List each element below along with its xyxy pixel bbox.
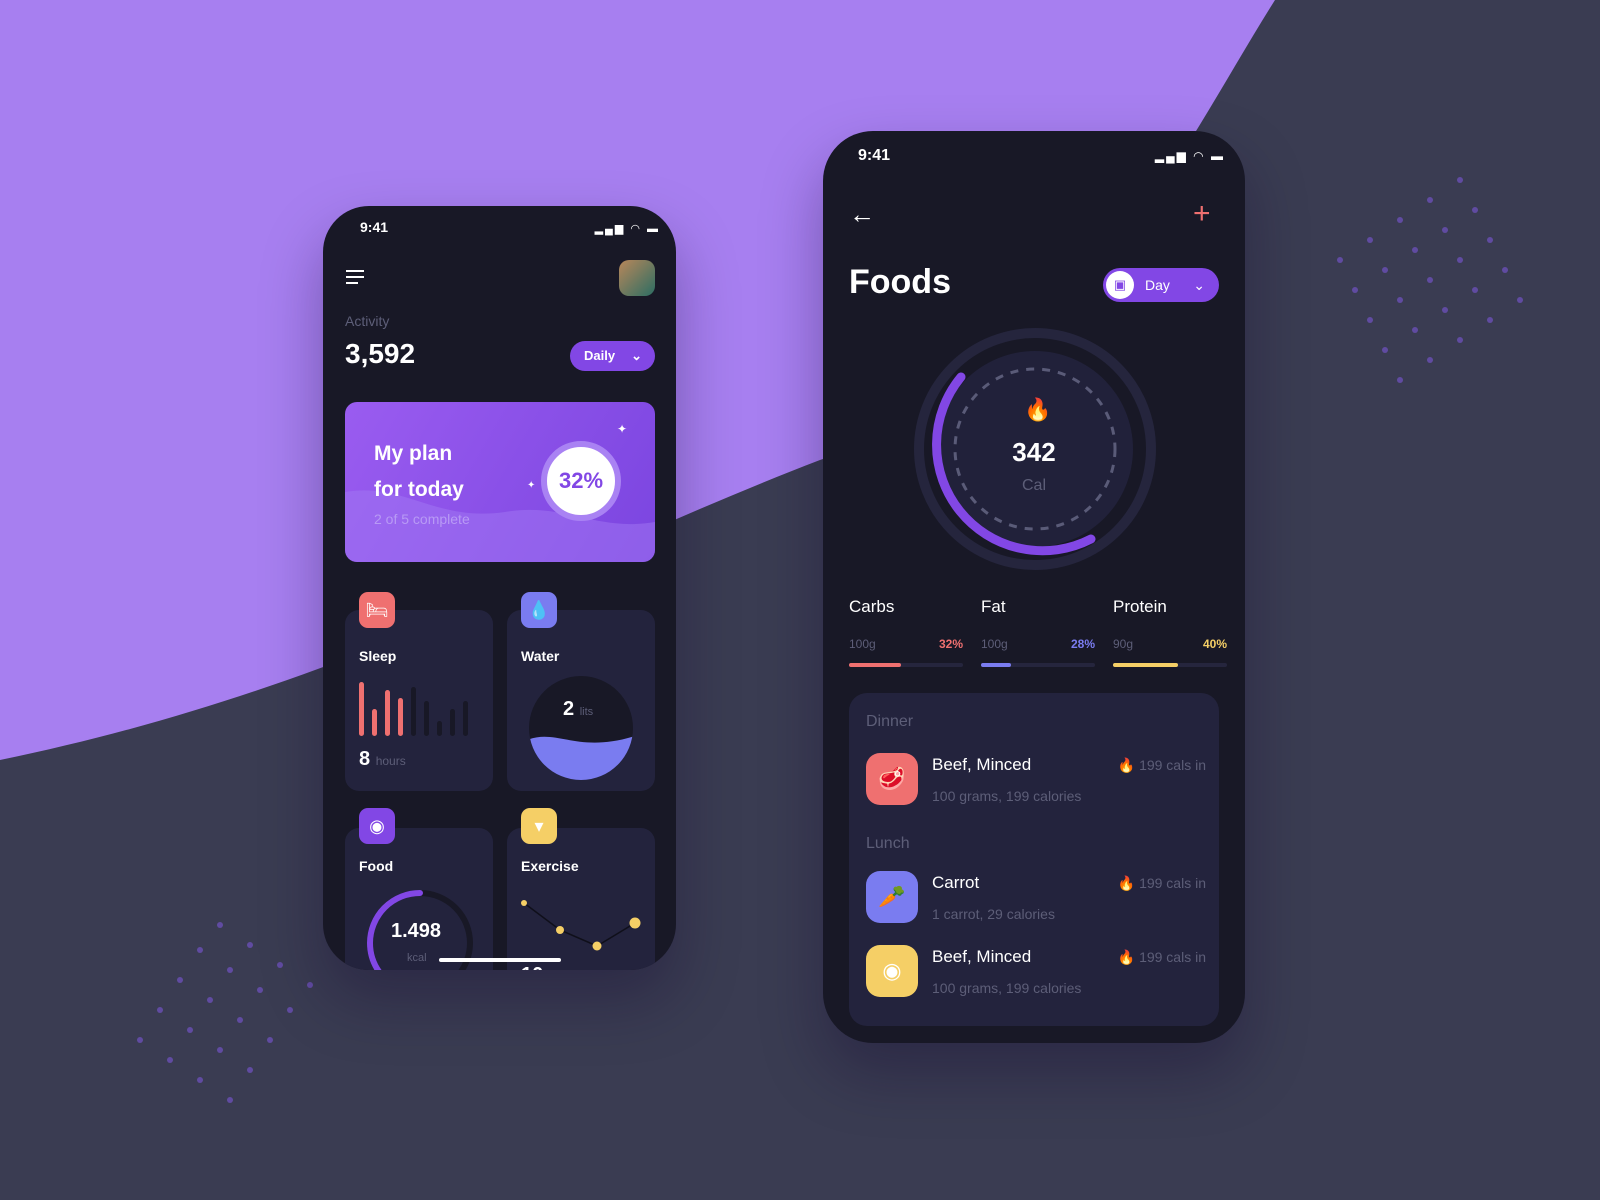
back-arrow-icon[interactable]: ← <box>849 199 875 230</box>
macro-bar <box>849 663 963 667</box>
home-indicator <box>439 958 561 962</box>
macro-name: Carbs <box>849 597 895 616</box>
sleep-value: 8 hours <box>359 748 406 770</box>
macro-percent: 32% <box>938 637 963 651</box>
meal-detail: 1 carrot, 29 calories <box>932 906 1055 922</box>
sleep-bar <box>437 720 442 736</box>
sparkle-icon: ✦ <box>617 422 628 436</box>
meal-cals: 🔥 199 cals in <box>1117 875 1206 891</box>
macro-amount: 100g <box>849 637 876 651</box>
meal-item[interactable]: 🥕 Carrot 1 carrot, 29 calories 🔥 199 cal… <box>866 871 1206 925</box>
macro-protein: Protein 90g 40% <box>1113 597 1227 667</box>
exercise-value: 10 <box>521 964 543 970</box>
exercise-label: Exercise <box>521 858 579 874</box>
plan-card[interactable]: My plan for today 2 of 5 complete 32% ✦ ✦ <box>345 402 655 562</box>
status-icons: ▂▄▆ ◠ ▬ <box>1154 149 1225 163</box>
meals-card: Dinner 🥩 Beef, Minced 100 grams, 199 cal… <box>849 693 1219 1026</box>
right-phone: 9:41 ▂▄▆ ◠ ▬ ← + Foods ▣ Day ⌄ 🔥 342 Cal … <box>823 131 1245 1043</box>
sparkle-icon: ✦ <box>527 480 536 491</box>
activity-label: Activity <box>345 313 390 329</box>
water-gauge <box>529 676 633 780</box>
page-title: Foods <box>849 263 951 301</box>
chevron-down-icon: ⌄ <box>1193 277 1205 293</box>
sleep-bar <box>385 690 390 736</box>
steak-icon: 🥩 <box>866 753 918 805</box>
background-shape <box>0 0 1523 1103</box>
macro-bar <box>1113 663 1227 667</box>
flame-icon: 🔥 <box>1117 875 1136 891</box>
food-card[interactable]: Food 1.498 kcal <box>345 828 493 970</box>
macro-name: Fat <box>981 597 1006 616</box>
meal-name: Beef, Minced <box>932 755 1032 774</box>
sleep-label: Sleep <box>359 648 397 664</box>
macro-carbs: Carbs 100g 32% <box>849 597 963 667</box>
sleep-bar <box>463 700 468 736</box>
meal-section-dinner: Dinner <box>866 713 914 730</box>
sleep-bar <box>359 682 364 736</box>
food-value: 1.498 <box>391 920 442 942</box>
meal-name: Carrot <box>932 873 980 892</box>
sleep-card[interactable]: Sleep 8 hours <box>345 610 493 791</box>
left-phone: 9:41 ▂▄▆ ◠ ▬ Activity 3,592 Daily ⌄ My pl… <box>323 206 676 970</box>
sleep-bar <box>411 687 416 736</box>
flame-icon: 🔥 <box>1117 949 1136 965</box>
macro-percent: 40% <box>1202 637 1227 651</box>
meal-cals: 🔥 199 cals in <box>1117 757 1206 773</box>
status-time: 9:41 <box>858 147 891 164</box>
meal-item[interactable]: ◉ Beef, Minced 100 grams, 199 calories 🔥… <box>866 945 1206 999</box>
calorie-value: 342 <box>1012 437 1056 467</box>
bed-icon: 🛏 <box>359 592 395 628</box>
exercise-chart <box>521 900 641 951</box>
status-time: 9:41 <box>360 219 389 235</box>
plan-percent: 32% <box>541 441 621 521</box>
water-value: 2 lits <box>563 698 594 720</box>
sleep-bar <box>372 709 377 736</box>
meal-cals: 🔥 199 cals in <box>1117 949 1206 965</box>
macro-bar <box>981 663 1095 667</box>
calorie-unit: Cal <box>1021 477 1046 494</box>
period-dropdown[interactable]: Daily ⌄ <box>570 341 655 371</box>
sleep-bar <box>424 700 429 736</box>
macro-fat: Fat 100g 28% <box>981 597 1095 667</box>
avatar[interactable] <box>619 260 655 296</box>
flame-icon: 🔥 <box>1024 397 1052 422</box>
food-unit: kcal <box>407 952 427 964</box>
water-card[interactable]: Water 2 lits <box>507 610 655 791</box>
water-drops-icon: 💧 <box>521 592 557 628</box>
menu-icon[interactable] <box>346 270 364 284</box>
meal-detail: 100 grams, 199 calories <box>932 788 1082 804</box>
plan-title: My plan for today <box>374 442 464 501</box>
period-label: Daily <box>584 348 616 363</box>
status-icons: ▂▄▆ ◠ ▬ <box>594 223 660 235</box>
sleep-bar <box>450 709 455 736</box>
meal-name: Beef, Minced <box>932 947 1032 966</box>
macro-name: Protein <box>1113 597 1167 616</box>
plan-subtitle: 2 of 5 complete <box>374 511 470 527</box>
calendar-icon: ▣ <box>1106 271 1134 299</box>
macro-amount: 100g <box>981 637 1008 651</box>
period-dropdown[interactable]: ▣ Day ⌄ <box>1103 268 1219 302</box>
exercise-card[interactable]: Exercise 10 <box>507 828 655 970</box>
period-label: Day <box>1145 277 1170 293</box>
water-label: Water <box>521 648 560 664</box>
meal-item[interactable]: 🥩 Beef, Minced 100 grams, 199 calories 🔥… <box>866 753 1206 807</box>
sleep-bar <box>398 698 403 736</box>
meal-section-lunch: Lunch <box>866 835 910 852</box>
macro-percent: 28% <box>1070 637 1095 651</box>
sleep-chart <box>359 682 469 736</box>
flame-icon: 🔥 <box>1117 757 1136 773</box>
dumbbell-icon: ▾ <box>521 808 557 844</box>
macro-amount: 90g <box>1113 637 1134 651</box>
meal-detail: 100 grams, 199 calories <box>932 980 1082 996</box>
egg-icon: ◉ <box>866 945 918 997</box>
chevron-down-icon: ⌄ <box>631 348 642 363</box>
activity-value: 3,592 <box>345 338 416 369</box>
food-label: Food <box>359 858 394 874</box>
add-icon[interactable]: + <box>1193 197 1211 231</box>
egg-icon: ◉ <box>359 808 395 844</box>
carrot-icon: 🥕 <box>866 871 918 923</box>
